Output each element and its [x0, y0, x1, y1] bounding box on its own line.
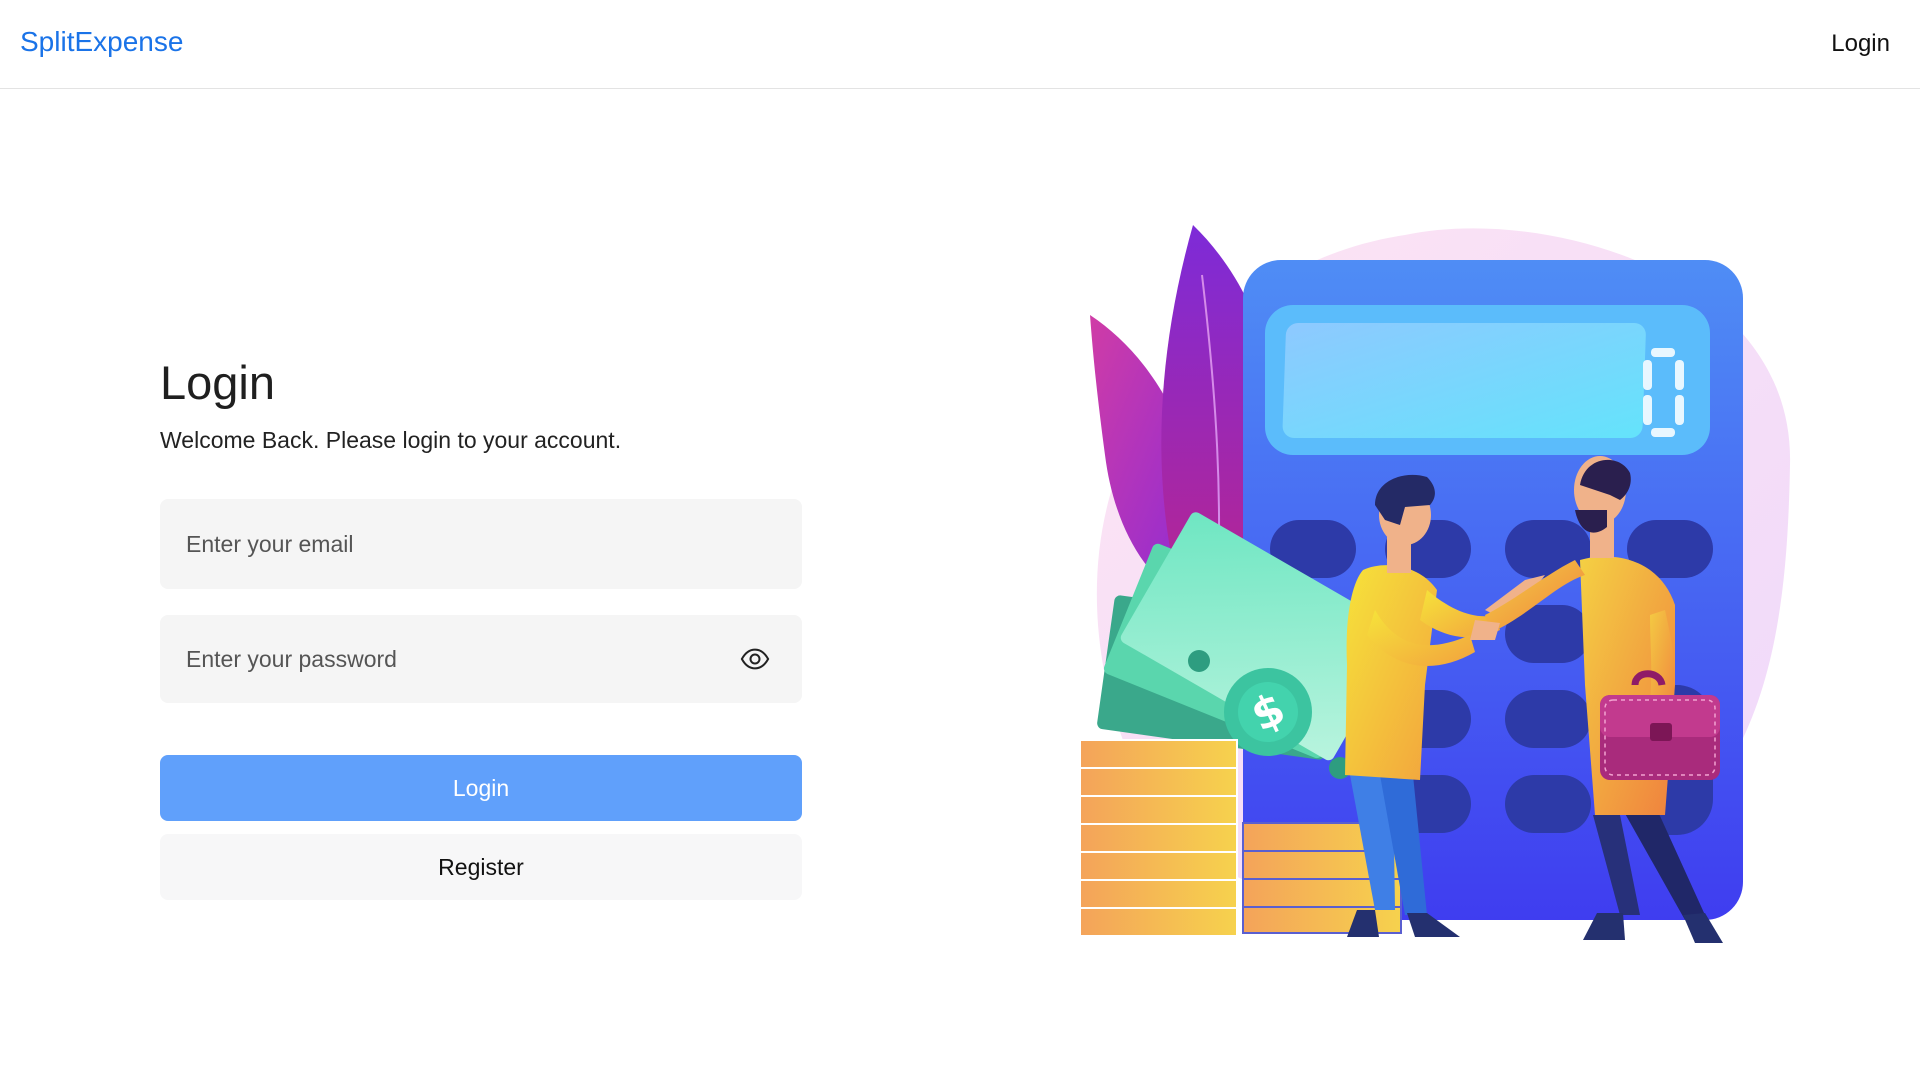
page-subtitle: Welcome Back. Please login to your accou… [160, 427, 622, 453]
nav-login-link[interactable]: Login [1831, 30, 1890, 58]
page-title: Login [160, 356, 275, 409]
password-input[interactable] [160, 615, 802, 703]
illustration-svg: $ [1079, 225, 1791, 943]
top-navbar: SplitExpense Login [0, 0, 1920, 89]
login-button[interactable]: Login [160, 755, 802, 821]
calculator-handshake-illustration: $ [1075, 215, 1815, 955]
register-button[interactable]: Register [160, 834, 802, 900]
coin-stack-left [1079, 739, 1238, 937]
login-form: Login Welcome Back. Please login to your… [160, 355, 802, 900]
email-input[interactable] [160, 499, 802, 589]
brand-logo-link[interactable]: SplitExpense [20, 26, 183, 58]
password-field-container [160, 615, 802, 703]
eye-icon[interactable] [740, 644, 770, 674]
calculator-screen [1282, 323, 1646, 438]
email-field-container [160, 499, 802, 589]
